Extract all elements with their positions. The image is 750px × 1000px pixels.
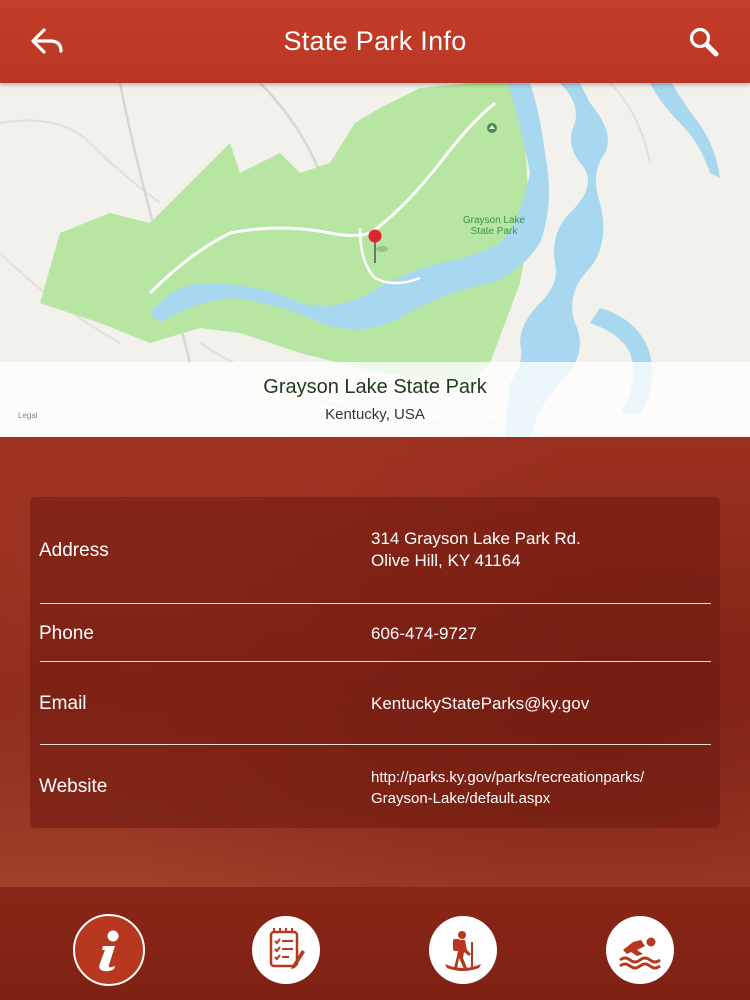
address-line-2: Olive Hill, KY 41164 <box>371 551 521 570</box>
info-icon <box>99 930 119 972</box>
row-divider <box>40 661 711 662</box>
map-label-band <box>0 362 750 437</box>
address-label: Address <box>39 540 109 561</box>
swimmer-icon <box>619 937 661 970</box>
tab-checklist[interactable] <box>252 916 320 984</box>
park-info-card: Address 314 Grayson Lake Park Rd. Olive … <box>30 497 720 828</box>
email-value[interactable]: KentuckyStateParks@ky.gov <box>371 693 589 715</box>
park-location: Kentucky, USA <box>325 406 425 423</box>
address-line-1: 314 Grayson Lake Park Rd. <box>371 529 581 548</box>
tab-hiking[interactable] <box>429 916 497 984</box>
tab-info[interactable] <box>73 914 145 986</box>
address-value[interactable]: 314 Grayson Lake Park Rd. Olive Hill, KY… <box>371 528 581 572</box>
website-value[interactable]: http://parks.ky.gov/parks/recreationpark… <box>371 767 644 809</box>
nav-header: State Park Info <box>0 0 750 83</box>
park-name: Grayson Lake State Park <box>263 376 487 398</box>
website-line-1: http://parks.ky.gov/parks/recreationpark… <box>371 769 645 786</box>
tab-swimming[interactable] <box>606 916 674 984</box>
phone-label: Phone <box>39 623 94 644</box>
map-legal-link[interactable]: Legal <box>18 411 38 420</box>
row-divider <box>40 603 711 604</box>
search-icon <box>689 27 719 57</box>
row-divider <box>40 744 711 745</box>
website-line-2: Grayson-Lake/default.aspx <box>371 790 551 807</box>
tab-bar <box>0 887 750 1000</box>
phone-value[interactable]: 606-474-9727 <box>371 623 477 645</box>
page-title: State Park Info <box>283 26 467 56</box>
back-button[interactable] <box>30 26 66 58</box>
checklist-icon <box>269 928 305 969</box>
back-arrow-icon <box>31 28 63 54</box>
email-label: Email <box>39 693 87 714</box>
hiker-icon <box>445 931 481 971</box>
website-label: Website <box>39 776 108 797</box>
map-poi-label: Grayson Lake State Park <box>462 215 526 237</box>
search-button[interactable] <box>688 26 720 58</box>
